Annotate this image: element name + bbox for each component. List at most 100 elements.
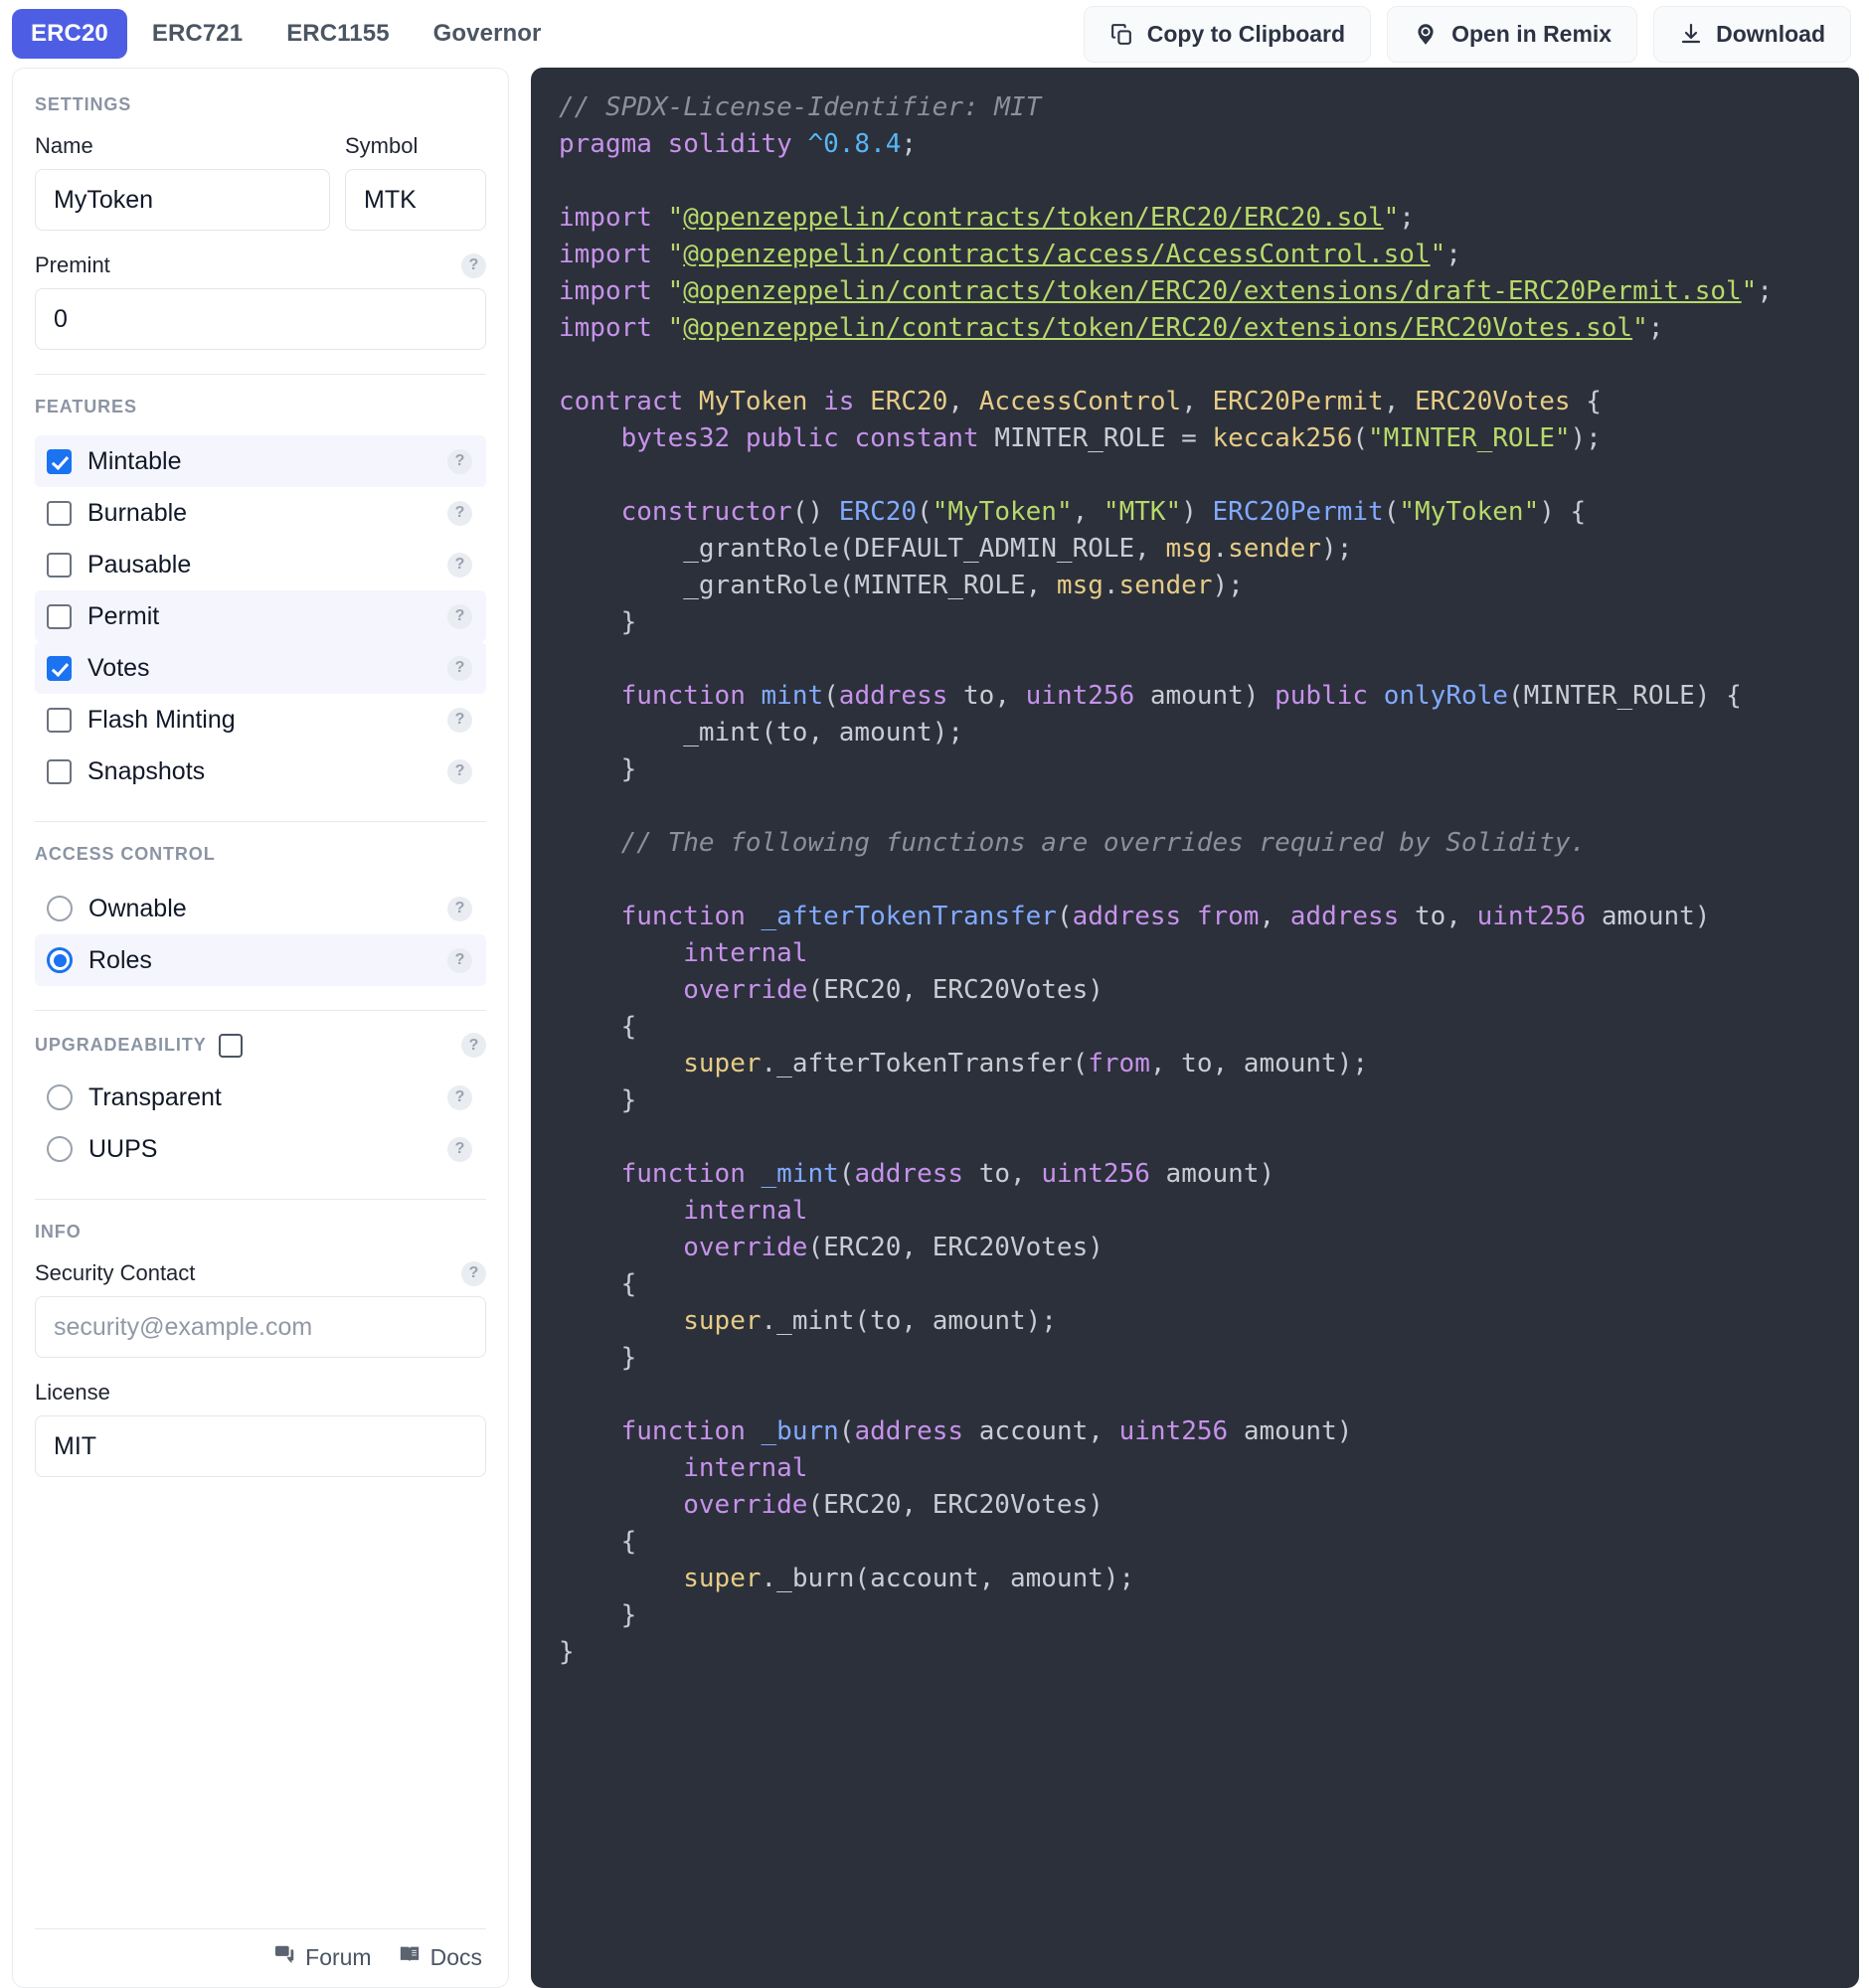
divider-upgradeability [35,1010,486,1011]
book-icon [398,1943,422,1971]
tab-erc20[interactable]: ERC20 [12,9,127,59]
upgradeability-transparent[interactable]: Transparent ? [35,1072,486,1123]
download-icon [1679,22,1703,46]
security-contact-input[interactable] [35,1296,486,1358]
feature-mintable[interactable]: Mintable ? [35,435,486,487]
download-label: Download [1716,20,1825,47]
feature-votes[interactable]: Votes ? [35,642,486,694]
radio-uups[interactable] [47,1136,73,1162]
solidity-code: // SPDX-License-Identifier: MIT pragma s… [559,92,1773,1667]
divider-access-control [35,821,486,822]
feature-votes-label: Votes [87,653,150,682]
feature-pausable[interactable]: Pausable ? [35,539,486,590]
upgradeability-list: Transparent ? UUPS ? [35,1072,486,1175]
info-section-title: INFO [35,1222,82,1242]
radio-transparent[interactable] [47,1084,73,1110]
toolbar: ERC20 ERC721 ERC1155 Governor Copy to Cl… [0,0,1869,68]
license-label: License [35,1380,110,1405]
feature-snapshots-label: Snapshots [87,756,206,785]
name-input[interactable] [35,169,330,231]
open-in-remix-button[interactable]: Open in Remix [1387,5,1638,63]
access-control-roles[interactable]: Roles ? [35,934,486,986]
feature-votes-help-icon[interactable]: ? [447,655,472,681]
symbol-label: Symbol [345,133,419,158]
forum-link-label: Forum [305,1943,372,1970]
feature-pausable-help-icon[interactable]: ? [447,552,472,578]
checkbox-mintable[interactable] [47,448,72,474]
toolbar-actions: Copy to Clipboard Open in Remix Download [1083,5,1859,63]
features-list: Mintable ? Burnable ? Pausable ? Permit … [35,435,486,797]
access-control-roles-label: Roles [88,945,152,974]
open-in-remix-label: Open in Remix [1451,20,1613,47]
radio-roles[interactable] [47,947,73,973]
security-contact-label-row: Security Contact ? [35,1260,486,1286]
upgradeability-uups[interactable]: UUPS ? [35,1123,486,1175]
copy-to-clipboard-button[interactable]: Copy to Clipboard [1083,5,1372,63]
features-section-title: FEATURES [35,397,137,416]
access-control-ownable[interactable]: Ownable ? [35,883,486,934]
upgradeability-transparent-help-icon[interactable]: ? [447,1084,472,1110]
feature-snapshots-help-icon[interactable]: ? [447,758,472,784]
tab-governor[interactable]: Governor [415,9,561,59]
wizard-app: ERC20 ERC721 ERC1155 Governor Copy to Cl… [0,0,1869,1988]
checkbox-flash-minting[interactable] [47,707,72,733]
name-symbol-row: Name Symbol [35,133,486,231]
name-field-group: Name [35,133,330,231]
upgradeability-title-group: UPGRADEABILITY [35,1033,243,1058]
upgradeability-uups-label: UUPS [88,1134,158,1163]
copy-icon [1109,22,1134,47]
access-control-ownable-label: Ownable [88,894,187,922]
feature-burnable-help-icon[interactable]: ? [447,500,472,526]
divider-features [35,374,486,375]
access-control-roles-help-icon[interactable]: ? [447,947,472,973]
copy-to-clipboard-label: Copy to Clipboard [1146,20,1346,47]
tab-erc721[interactable]: ERC721 [133,9,261,59]
security-contact-label: Security Contact [35,1260,196,1285]
code-preview-panel[interactable]: // SPDX-License-Identifier: MIT pragma s… [531,68,1859,1988]
forum-link[interactable]: Forum [274,1943,372,1971]
premint-input[interactable] [35,288,486,350]
feature-burnable-label: Burnable [87,498,188,527]
sidebar-footer-links: Forum Docs [35,1928,486,1987]
checkbox-burnable[interactable] [47,500,72,526]
premint-label: Premint [35,252,110,277]
feature-permit-label: Permit [87,601,160,630]
symbol-field-group: Symbol [345,133,486,231]
upgradeability-section-title: UPGRADEABILITY [35,1035,207,1055]
upgradeability-help-icon[interactable]: ? [461,1033,486,1058]
contract-type-tabs: ERC20 ERC721 ERC1155 Governor [12,9,560,59]
license-input[interactable] [35,1415,486,1477]
checkbox-permit[interactable] [47,603,72,629]
main-content: SETTINGS Name Symbol Premint ? FEATURES [0,68,1869,1988]
checkbox-votes[interactable] [47,655,72,681]
docs-link[interactable]: Docs [398,1943,482,1971]
symbol-input[interactable] [345,169,486,231]
forum-icon [274,1943,296,1971]
access-control-list: Ownable ? Roles ? [35,883,486,986]
checkbox-pausable[interactable] [47,552,72,578]
settings-section-title: SETTINGS [35,94,132,114]
feature-flash-minting[interactable]: Flash Minting ? [35,694,486,746]
settings-sidebar: SETTINGS Name Symbol Premint ? FEATURES [12,68,509,1988]
radio-ownable[interactable] [47,896,73,921]
feature-flash-minting-label: Flash Minting [87,705,236,734]
feature-mintable-help-icon[interactable]: ? [447,448,472,474]
feature-burnable[interactable]: Burnable ? [35,487,486,539]
upgradeability-transparent-label: Transparent [88,1082,222,1111]
tab-erc1155[interactable]: ERC1155 [267,9,408,59]
docs-link-label: Docs [429,1943,482,1970]
feature-flash-minting-help-icon[interactable]: ? [447,707,472,733]
premint-label-row: Premint ? [35,252,486,278]
upgradeability-header: UPGRADEABILITY ? [35,1033,486,1058]
access-control-ownable-help-icon[interactable]: ? [447,896,472,921]
security-contact-help-icon[interactable]: ? [461,1260,486,1286]
checkbox-upgradeability[interactable] [218,1033,243,1058]
access-control-section-title: ACCESS CONTROL [35,844,216,864]
checkbox-snapshots[interactable] [47,758,72,784]
feature-permit[interactable]: Permit ? [35,590,486,642]
premint-help-icon[interactable]: ? [461,252,486,278]
download-button[interactable]: Download [1653,5,1851,63]
feature-permit-help-icon[interactable]: ? [447,603,472,629]
feature-snapshots[interactable]: Snapshots ? [35,746,486,797]
upgradeability-uups-help-icon[interactable]: ? [447,1136,472,1162]
